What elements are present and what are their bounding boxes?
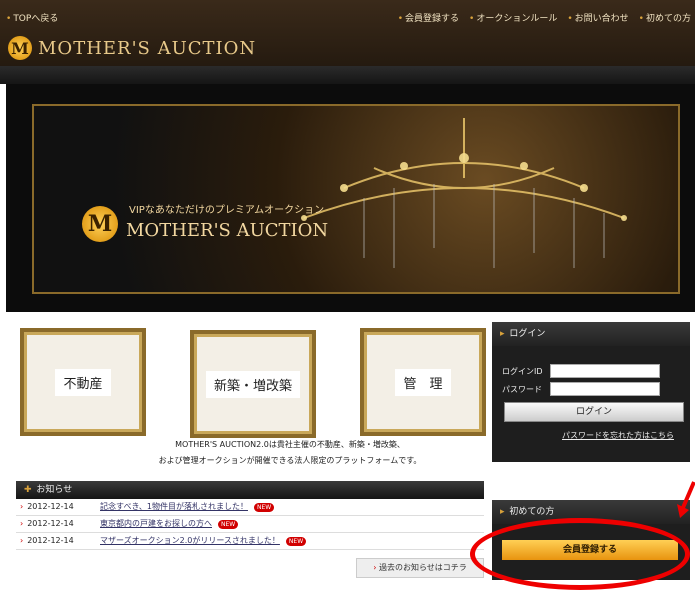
notice-link[interactable]: 記念すべき、1物件目が落札されました！ bbox=[100, 502, 248, 511]
hero-brand: M MOTHER'S AUCTION bbox=[82, 206, 328, 242]
login-panel: ▸ ログイン ログインID パスワード ログイン パスワードを忘れた方はこちら bbox=[492, 322, 690, 462]
notice-row[interactable]: › 2012-12-14 マザーズオークション2.0がリリースされました！ NEW bbox=[16, 533, 484, 550]
nav-register-link[interactable]: • 会員登録する bbox=[398, 11, 459, 24]
site-description: MOTHER'S AUCTION2.0は貴社主催の不動産、新築・増改築、 および… bbox=[120, 437, 460, 469]
site-header: • TOPへ戻る • 会員登録する • オークションルール • お問い合わせ • 初めての… bbox=[0, 0, 695, 84]
notice-title: お知らせ bbox=[36, 485, 73, 495]
category-construction[interactable]: 新築・増改築 bbox=[190, 330, 316, 438]
hero-m-icon: M bbox=[82, 206, 118, 242]
category-label: 新築・増改築 bbox=[205, 370, 300, 398]
annotation-ellipse bbox=[470, 518, 690, 590]
first-time-title: 初めての方 bbox=[509, 507, 555, 517]
nav-first-time-link[interactable]: • 初めての方 bbox=[639, 11, 691, 24]
notice-row[interactable]: › 2012-12-14 記念すべき、1物件目が落札されました！ NEW bbox=[16, 499, 484, 516]
notice-link[interactable]: 東京都内の戸建をお探しの方へ bbox=[100, 519, 212, 528]
notice-date: 2012-12-14 bbox=[27, 502, 74, 511]
chevron-right-icon: › bbox=[373, 563, 377, 572]
hero-brand-text: MOTHER'S AUCTION bbox=[126, 219, 329, 241]
logo-m-icon: M bbox=[8, 36, 32, 60]
description-line-2: および管理オークションが開催できる法人限定のプラットフォームです。 bbox=[158, 456, 422, 465]
category-label: 不動産 bbox=[55, 368, 111, 396]
notice-date: 2012-12-14 bbox=[27, 519, 74, 528]
hero-frame: VIPなあなただけのプレミアムオークション M MOTHER'S AUCTION bbox=[32, 104, 680, 294]
password-label: パスワード bbox=[502, 385, 542, 394]
description-line-1: MOTHER'S AUCTION2.0は貴社主催の不動産、新築・増改築、 bbox=[175, 440, 405, 449]
category-label: 管 理 bbox=[395, 368, 451, 396]
notice-date: 2012-12-14 bbox=[27, 536, 74, 545]
chevron-right-icon: › bbox=[20, 519, 24, 528]
header-nav: • 会員登録する • オークションルール • お問い合わせ • 初めての方 bbox=[398, 11, 691, 24]
chandelier-image bbox=[301, 118, 627, 268]
site-logo[interactable]: M MOTHER'S AUCTION bbox=[8, 36, 256, 60]
notice-link[interactable]: マザーズオークション2.0がリリースされました！ bbox=[100, 536, 280, 545]
past-notices-button[interactable]: › 過去のお知らせはコチラ bbox=[356, 558, 484, 578]
new-badge: NEW bbox=[253, 503, 275, 512]
new-badge: NEW bbox=[218, 520, 239, 529]
notice-section: ✚ お知らせ › 2012-12-14 記念すべき、1物件目が落札されました！ NE… bbox=[16, 481, 484, 550]
notice-row[interactable]: › 2012-12-14 東京都内の戸建をお探しの方へ NEW bbox=[16, 516, 484, 533]
notice-plus-icon: ✚ bbox=[24, 485, 32, 495]
login-button[interactable]: ログイン bbox=[504, 402, 684, 422]
new-badge: NEW bbox=[285, 537, 307, 546]
login-title: ログイン bbox=[509, 329, 546, 339]
forgot-password-link[interactable]: パスワードを忘れた方はこちら bbox=[562, 430, 674, 441]
chevron-right-icon: › bbox=[20, 536, 24, 545]
annotation-arrow-icon bbox=[677, 481, 695, 518]
category-real-estate[interactable]: 不動産 bbox=[20, 328, 146, 436]
notice-header: ✚ お知らせ bbox=[16, 481, 484, 499]
past-notices-label: 過去のお知らせはコチラ bbox=[378, 563, 467, 572]
chevron-right-icon: › bbox=[20, 502, 24, 511]
login-header: ▸ ログイン bbox=[492, 322, 690, 346]
hero-banner: VIPなあなただけのプレミアムオークション M MOTHER'S AUCTION bbox=[6, 84, 695, 312]
nav-contact-link[interactable]: • お問い合わせ bbox=[567, 11, 628, 24]
login-id-input[interactable] bbox=[550, 364, 660, 378]
header-stripe bbox=[0, 66, 695, 84]
back-to-top-link[interactable]: • TOPへ戻る bbox=[6, 11, 58, 24]
login-id-label: ログインID bbox=[502, 367, 543, 376]
category-management[interactable]: 管 理 bbox=[360, 328, 486, 436]
nav-rules-link[interactable]: • オークションルール bbox=[469, 11, 557, 24]
password-input[interactable] bbox=[550, 382, 660, 396]
logo-text: MOTHER'S AUCTION bbox=[38, 37, 257, 59]
